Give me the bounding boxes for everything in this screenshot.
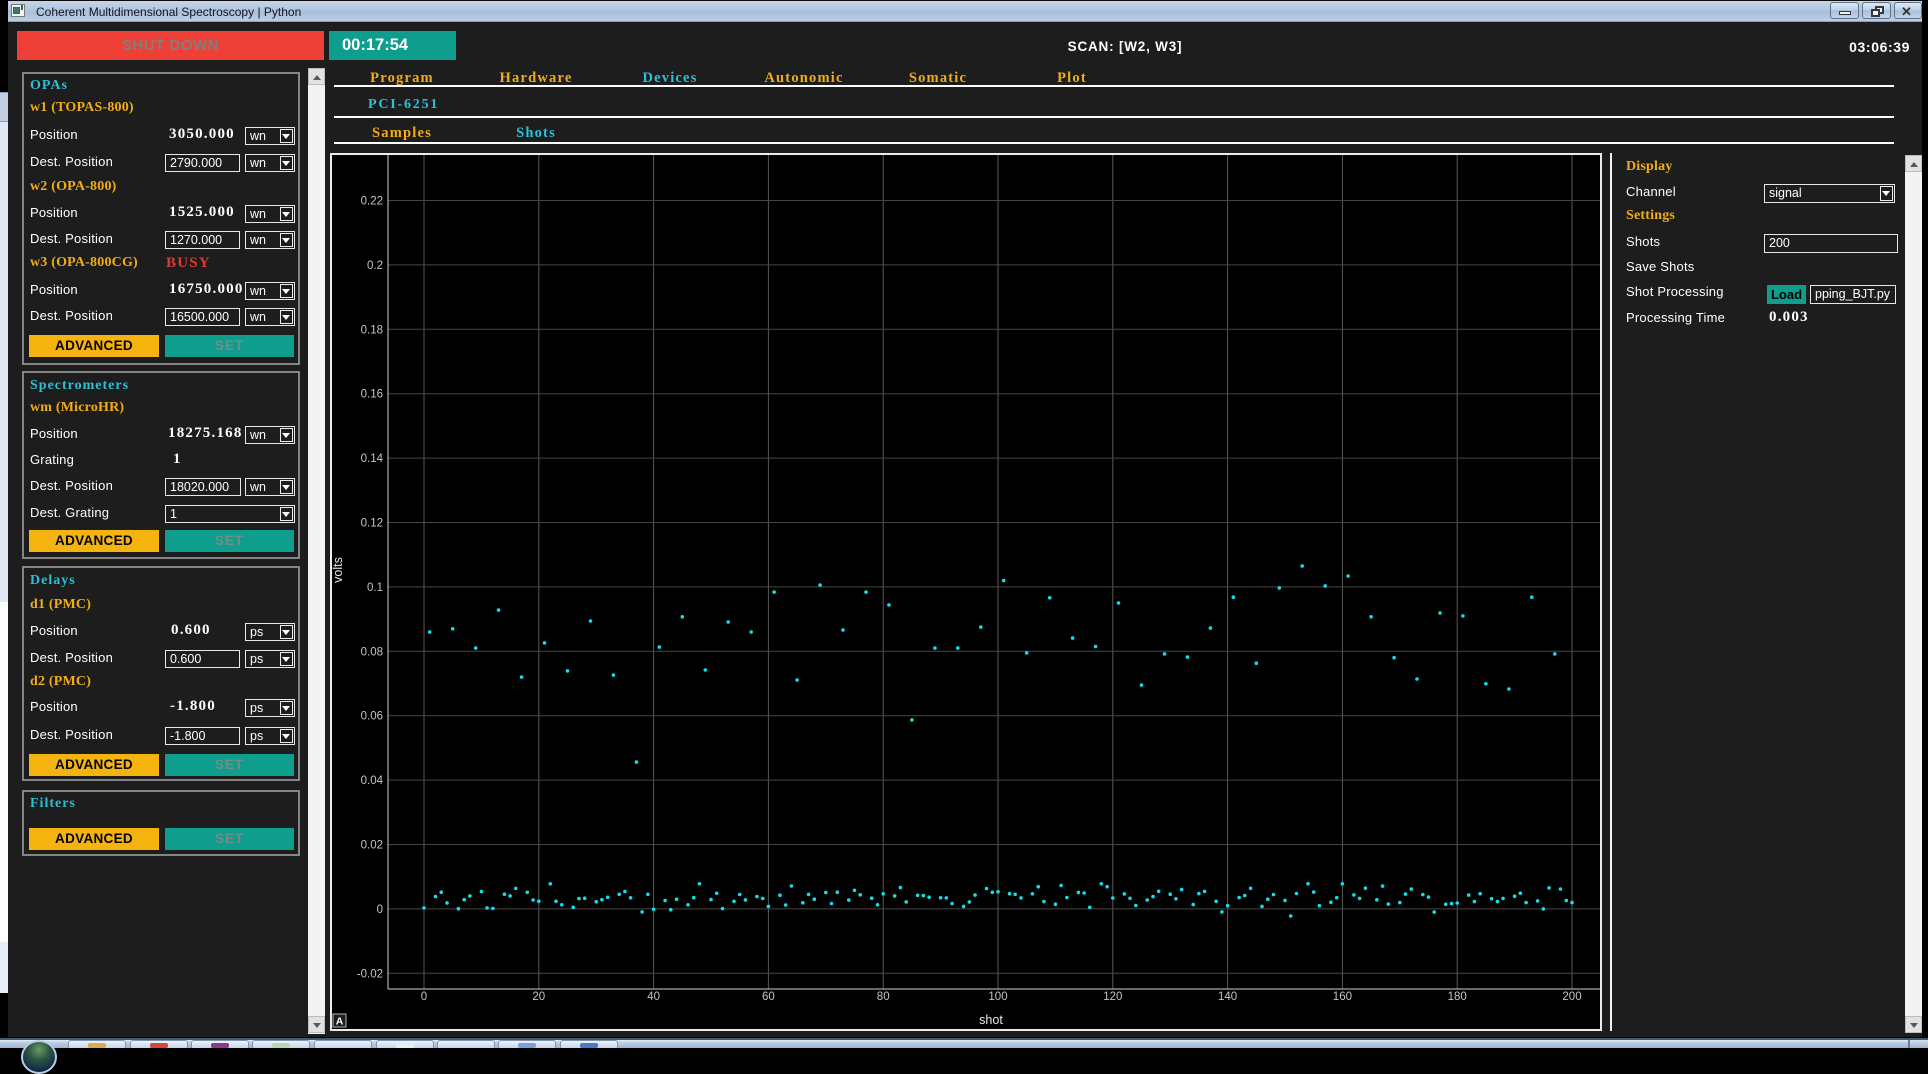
svg-text:160: 160 <box>1333 991 1352 1003</box>
svg-text:140: 140 <box>1218 991 1237 1003</box>
svg-text:60: 60 <box>762 991 775 1003</box>
svg-text:0.02: 0.02 <box>361 840 383 852</box>
svg-text:volts: volts <box>331 557 345 583</box>
svg-text:-0.02: -0.02 <box>357 968 383 980</box>
svg-text:0.14: 0.14 <box>361 453 384 465</box>
svg-text:0.22: 0.22 <box>361 196 383 208</box>
svg-text:0.04: 0.04 <box>361 775 384 787</box>
svg-text:0: 0 <box>377 904 383 916</box>
svg-text:120: 120 <box>1103 991 1122 1003</box>
svg-text:0: 0 <box>421 991 427 1003</box>
svg-text:A: A <box>336 1016 344 1028</box>
svg-text:200: 200 <box>1562 991 1581 1003</box>
svg-text:shot: shot <box>979 1013 1003 1027</box>
svg-text:40: 40 <box>647 991 660 1003</box>
svg-text:0.16: 0.16 <box>361 389 383 401</box>
svg-text:20: 20 <box>532 991 545 1003</box>
svg-text:180: 180 <box>1448 991 1467 1003</box>
svg-text:80: 80 <box>877 991 890 1003</box>
svg-text:0.12: 0.12 <box>361 518 383 530</box>
svg-text:0.2: 0.2 <box>367 260 383 272</box>
svg-text:0.06: 0.06 <box>361 711 383 723</box>
svg-text:0.18: 0.18 <box>361 324 383 336</box>
svg-text:100: 100 <box>988 991 1007 1003</box>
svg-text:0.08: 0.08 <box>361 646 383 658</box>
svg-text:0.1: 0.1 <box>367 582 383 594</box>
